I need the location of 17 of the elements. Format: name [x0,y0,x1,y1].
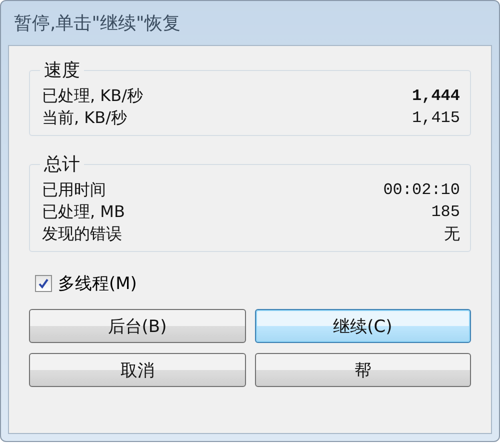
stat-value: 185 [431,203,460,221]
stat-label: 当前, KB/秒 [42,108,128,128]
stat-label: 发现的错误 [42,224,122,244]
stat-value: 1,444 [412,87,460,105]
checkbox-label: 多线程(M) [58,273,137,295]
stat-value: 1,415 [412,109,460,127]
stat-label: 已处理, MB [42,202,125,222]
dialog-button[interactable]: 后台(B) [29,309,246,343]
stat-value: 00:02:10 [383,181,460,199]
checkbox[interactable] [35,275,52,292]
dialog-button[interactable]: 帮 [254,353,471,387]
stat-label: 已处理, KB/秒 [42,86,144,106]
dialog-button[interactable]: 取消 [29,353,246,387]
window-title: 暂停,单击"继续"恢复 [13,12,182,36]
stat-value: 无 [444,224,460,244]
dialog-button[interactable]: 继续(C) [254,309,471,343]
stat-label: 已用时间 [42,180,106,200]
